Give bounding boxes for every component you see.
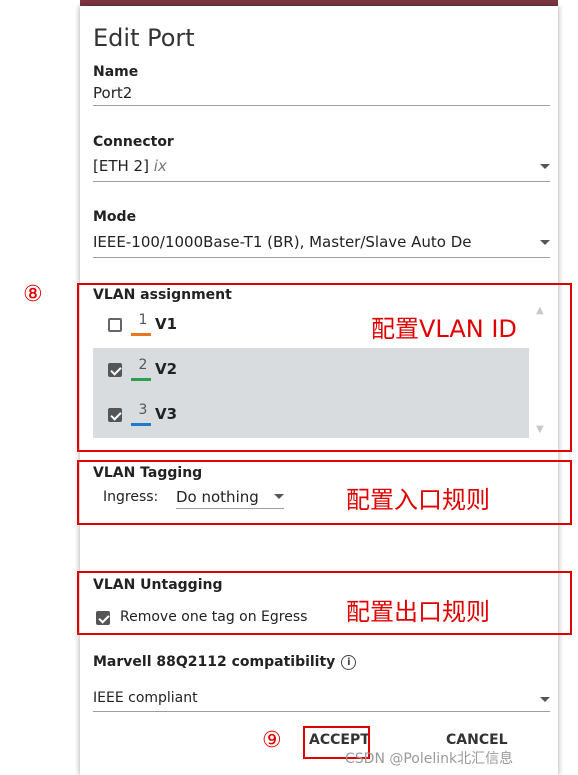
connector-suffix: ix [153,157,167,175]
name-input[interactable]: Port2 [93,84,132,102]
chevron-down-icon[interactable] [540,697,550,702]
compat-underline [93,711,550,712]
info-icon[interactable]: i [341,655,357,670]
vlan-tagging-highlight [77,460,572,525]
ingress-annotation: 配置入口规则 [346,486,490,514]
compat-label-text: Marvell 88Q2112 compatibility [93,654,336,670]
vlan-untagging-highlight [77,571,572,635]
annotation-marker-8: ⑧ [23,282,43,307]
connector-value: [ETH 2] [93,157,149,175]
chevron-down-icon[interactable] [540,240,550,245]
dialog-title: Edit Port [93,24,195,52]
connector-underline [93,181,550,182]
cancel-button[interactable]: CANCEL [446,732,508,748]
name-label: Name [93,64,139,80]
chevron-down-icon[interactable] [540,164,550,169]
egress-annotation: 配置出口规则 [346,598,490,626]
mode-select[interactable]: IEEE-100/1000Base-T1 (BR), Master/Slave … [93,233,530,251]
vlan-id-annotation: 配置VLAN ID [371,315,517,343]
annotation-marker-9: ⑨ [262,728,282,753]
compat-select[interactable]: IEEE compliant [93,690,198,706]
mode-underline [93,257,550,258]
mode-label: Mode [93,209,137,225]
connector-label: Connector [93,134,174,150]
compat-label: Marvell 88Q2112 compatibility i [93,654,357,670]
name-underline [93,105,550,106]
connector-select[interactable]: [ETH 2] ix [93,157,167,175]
watermark: CSDN @Polelink北汇信息 [345,751,514,767]
